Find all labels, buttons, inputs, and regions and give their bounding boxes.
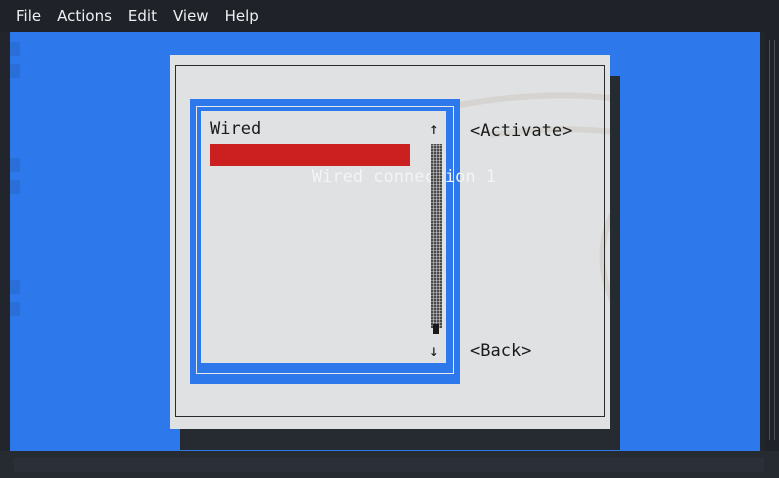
menu-bar: File Actions Edit View Help [0,0,779,32]
connection-list-frame: Wired Wired connection 1 ↑ ↓ [190,99,496,384]
scroll-down-arrow-icon[interactable]: ↓ [429,341,439,360]
list-scrollbar-track[interactable] [431,144,442,328]
edge-artifact [10,302,20,316]
list-item-wired-connection-1[interactable]: Wired connection 1 [210,144,496,187]
menu-view[interactable]: View [165,0,217,32]
edge-artifact [10,158,20,172]
menu-file[interactable]: File [0,0,49,32]
list-scrollbar-thumb[interactable] [433,324,439,334]
edge-artifact [10,42,20,56]
list-group-wired: Wired [210,119,262,139]
nmtui-dialog: Wired Wired connection 1 ↑ ↓ <Activate> … [170,55,610,429]
edge-artifact [10,280,20,294]
edge-artifact [10,180,20,194]
menu-help[interactable]: Help [217,0,267,32]
activate-button[interactable]: <Activate> [470,121,572,141]
list-item-label: Wired connection 1 [311,167,497,187]
connection-list[interactable]: Wired Wired connection 1 ↑ ↓ [201,111,496,363]
scroll-up-arrow-icon[interactable]: ↑ [429,119,439,138]
menu-actions[interactable]: Actions [49,0,120,32]
menu-edit[interactable]: Edit [120,0,165,32]
terminal-scrollbar-thumb[interactable] [769,40,775,440]
terminal-bottom-line [14,458,764,472]
back-button[interactable]: <Back> [470,341,531,361]
edge-artifact [10,64,20,78]
